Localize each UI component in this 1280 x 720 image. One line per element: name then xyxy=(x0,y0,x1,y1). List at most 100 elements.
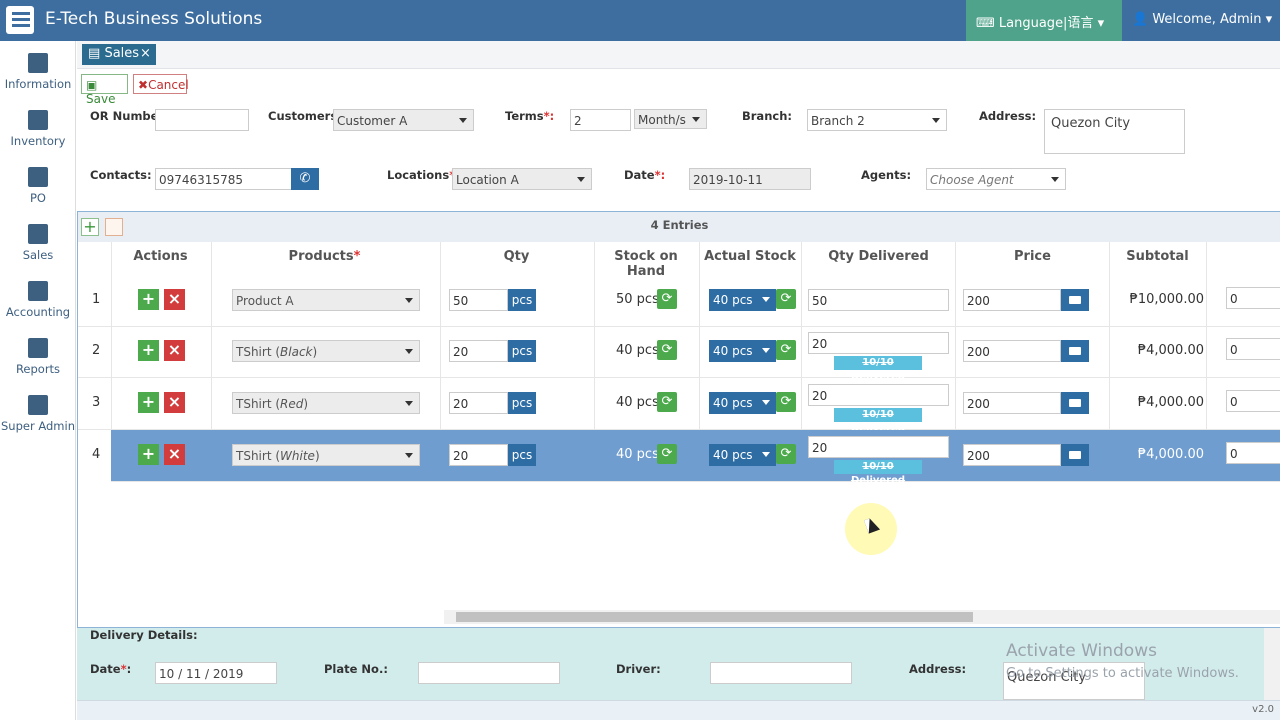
barcode-button[interactable] xyxy=(105,218,123,236)
vertical-scrollbar[interactable] xyxy=(1264,628,1280,700)
menu-logo-icon[interactable] xyxy=(6,6,34,34)
tab-bar: ▤ Sales × xyxy=(77,41,1280,69)
qty-delivered-input[interactable]: 20 xyxy=(808,384,949,406)
refresh-actual-button[interactable]: ⟳ xyxy=(776,444,796,464)
price-input[interactable]: 200 xyxy=(963,289,1061,311)
price-button[interactable] xyxy=(1061,340,1089,362)
stock-on-hand: 50 pcs xyxy=(616,292,659,307)
floppy-icon: ▣ xyxy=(86,78,98,92)
qty-input[interactable]: 50 xyxy=(449,289,508,311)
table-row[interactable]: 3 + × TShirt (Red) 20 pcs 40 pcs ⟳ 40 pc… xyxy=(78,378,1280,434)
scrollbar-thumb[interactable] xyxy=(456,612,973,622)
contacts-input[interactable]: 09746315785 xyxy=(155,168,292,190)
add-item-button[interactable]: + xyxy=(138,340,159,361)
sidebar-item-po[interactable]: PO xyxy=(0,159,76,215)
terms-unit-select[interactable]: Month/s xyxy=(634,109,707,129)
refresh-stock-button[interactable]: ⟳ xyxy=(657,444,677,464)
sidebar-item-information[interactable]: Information xyxy=(0,45,76,101)
add-item-button[interactable]: + xyxy=(138,392,159,413)
price-button[interactable] xyxy=(1061,392,1089,414)
actual-stock-select[interactable]: 40 pcs xyxy=(709,340,776,362)
locations-select[interactable]: Location A xyxy=(452,168,592,190)
sidebar: Information Inventory PO Sales Accountin… xyxy=(0,41,76,720)
chevron-down-icon xyxy=(762,400,770,405)
refresh-actual-button[interactable]: ⟳ xyxy=(776,340,796,360)
terms-input[interactable]: 2 xyxy=(570,109,631,131)
add-item-button[interactable]: + xyxy=(138,444,159,465)
qty-delivered-input[interactable]: 20 xyxy=(808,436,949,458)
price-button[interactable] xyxy=(1061,444,1089,466)
agents-select[interactable]: Choose Agent xyxy=(926,168,1066,190)
refresh-stock-button[interactable]: ⟳ xyxy=(657,392,677,412)
horizontal-scrollbar[interactable] xyxy=(444,610,1280,624)
save-label: Save xyxy=(86,92,116,106)
tab-sales[interactable]: ▤ Sales × xyxy=(82,44,156,65)
driver-input[interactable] xyxy=(710,662,852,684)
money-icon xyxy=(1069,347,1081,355)
refresh-actual-button[interactable]: ⟳ xyxy=(776,289,796,309)
delete-item-button[interactable]: × xyxy=(164,392,185,413)
sidebar-item-inventory[interactable]: Inventory xyxy=(0,102,76,158)
sidebar-item-accounting[interactable]: Accounting xyxy=(0,273,76,329)
qty-delivered-input[interactable]: 50 xyxy=(808,289,949,311)
address-textarea[interactable]: Quezon City xyxy=(1044,109,1185,154)
sidebar-item-super-admin[interactable]: Super Admin xyxy=(0,387,76,443)
qty-input[interactable]: 20 xyxy=(449,392,508,414)
price-button[interactable] xyxy=(1061,289,1089,311)
refresh-stock-button[interactable]: ⟳ xyxy=(657,289,677,309)
row-number: 4 xyxy=(92,447,101,462)
delete-item-button[interactable]: × xyxy=(164,444,185,465)
add-item-button[interactable]: + xyxy=(138,289,159,310)
branch-select[interactable]: Branch 2 xyxy=(807,109,947,131)
product-select[interactable]: TShirt (Red) xyxy=(232,392,420,414)
discount-input[interactable]: 0 xyxy=(1226,442,1280,464)
price-input[interactable]: 200 xyxy=(963,392,1061,414)
qty-input[interactable]: 20 xyxy=(449,444,508,466)
price-input[interactable]: 200 xyxy=(963,340,1061,362)
cancel-button[interactable]: ✖Cancel xyxy=(133,74,189,94)
delete-item-button[interactable]: × xyxy=(164,340,185,361)
product-select[interactable]: TShirt (Black) xyxy=(232,340,420,362)
refresh-stock-button[interactable]: ⟳ xyxy=(657,340,677,360)
customers-select[interactable]: Customer A xyxy=(333,109,474,131)
or-number-input[interactable] xyxy=(155,109,249,131)
plate-no-label: Plate No.: xyxy=(324,662,388,676)
actual-stock-select[interactable]: 40 pcs xyxy=(709,392,776,414)
row-number-cell: 4 xyxy=(78,430,111,482)
product-select[interactable]: Product A xyxy=(232,289,420,311)
table-row-selected[interactable]: 4 + × TShirt (White) 20 pcs 40 pcs ⟳ 40 … xyxy=(78,430,1280,486)
refresh-icon: ⟳ xyxy=(661,291,673,306)
discount-input[interactable]: 0 xyxy=(1226,338,1280,360)
chevron-down-icon xyxy=(932,118,940,123)
save-button[interactable]: ▣ Save xyxy=(81,74,128,106)
refresh-icon: ⟳ xyxy=(780,394,792,409)
qty-input[interactable]: 20 xyxy=(449,340,508,362)
delivery-date-input[interactable]: 10 / 11 / 2019 xyxy=(155,662,277,684)
price-input[interactable]: 200 xyxy=(963,444,1061,466)
column-header-qty: Qty xyxy=(503,249,530,264)
delivered-badge: 10/10 Delivered xyxy=(834,408,922,434)
sidebar-item-sales[interactable]: Sales xyxy=(0,216,76,272)
refresh-actual-button[interactable]: ⟳ xyxy=(776,392,796,412)
refresh-icon: ⟳ xyxy=(661,394,673,409)
table-row[interactable]: 1 + × Product A 50 pcs 50 pcs ⟳ 40 pcs ⟳… xyxy=(78,275,1280,327)
chevron-down-icon xyxy=(762,348,770,353)
phone-call-button[interactable]: ✆ xyxy=(291,168,319,190)
add-row-button[interactable]: + xyxy=(81,218,99,236)
delete-item-button[interactable]: × xyxy=(164,289,185,310)
language-menu-button[interactable]: ⌨ Language|语言 ▾ xyxy=(966,0,1122,41)
date-input[interactable]: 2019-10-11 xyxy=(689,168,811,190)
discount-input[interactable]: 0 xyxy=(1226,390,1280,412)
actual-stock-select[interactable]: 40 pcs xyxy=(709,444,776,466)
stock-on-hand: 40 pcs xyxy=(616,395,659,410)
close-icon[interactable]: × xyxy=(140,46,151,61)
user-menu-button[interactable]: 👤 Welcome, Admin ▾ xyxy=(1124,0,1280,41)
plate-no-input[interactable] xyxy=(418,662,560,684)
table-row[interactable]: 2 + × TShirt (Black) 20 pcs 40 pcs ⟳ 40 … xyxy=(78,326,1280,382)
plus-icon: + xyxy=(141,444,156,463)
sidebar-item-reports[interactable]: Reports xyxy=(0,330,76,386)
qty-delivered-input[interactable]: 20 xyxy=(808,332,949,354)
actual-stock-select[interactable]: 40 pcs xyxy=(709,289,776,311)
product-select[interactable]: TShirt (White) xyxy=(232,444,420,466)
discount-input[interactable]: 0 xyxy=(1226,287,1280,309)
